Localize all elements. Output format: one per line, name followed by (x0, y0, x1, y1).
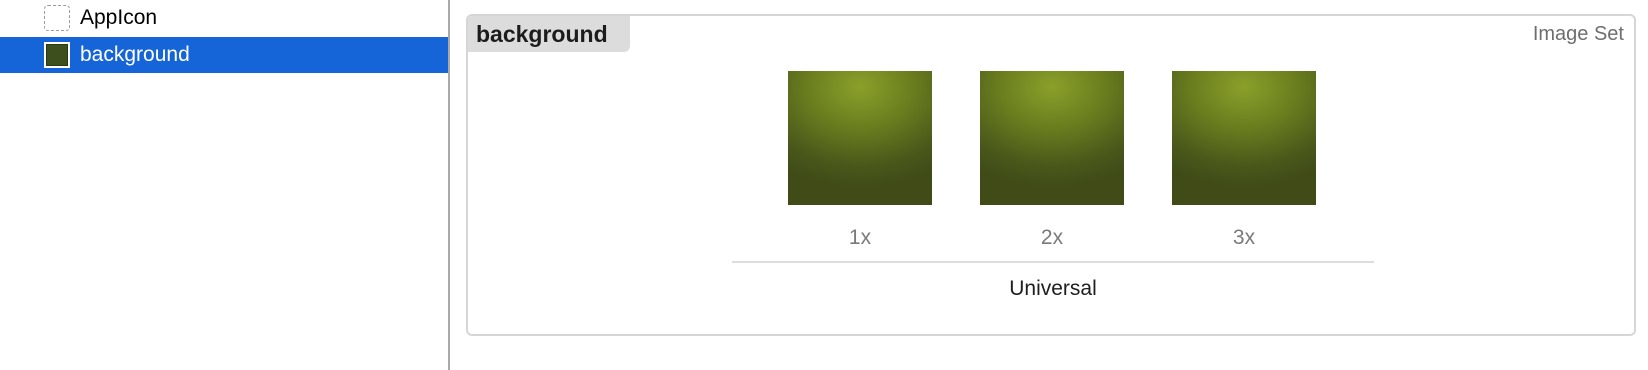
asset-type-label: Image Set (1532, 23, 1624, 45)
scale-label-3x: 3x (1232, 226, 1256, 249)
image-slot-3x[interactable] (1172, 71, 1316, 205)
image-slot-2x[interactable] (980, 71, 1124, 205)
asset-name-tab[interactable]: background (468, 16, 630, 52)
sidebar-item-label: background (80, 43, 190, 66)
idiom-label: Universal (1009, 277, 1097, 300)
split-view-divider[interactable] (448, 0, 450, 370)
sidebar-item-background[interactable]: background (0, 37, 448, 73)
image-set-editor: background Image Set 1x 2x 3x Universal (466, 14, 1636, 336)
sidebar-item-appicon[interactable]: AppIcon (0, 0, 448, 36)
app-icon-set-icon (44, 5, 70, 31)
sidebar-item-label: AppIcon (80, 6, 158, 29)
image-set-icon (44, 42, 70, 68)
idiom-divider (732, 261, 1374, 263)
scale-label-1x: 1x (848, 226, 872, 249)
asset-name: background (476, 21, 608, 47)
scale-label-2x: 2x (1040, 226, 1064, 249)
asset-list-sidebar: AppIcon background (0, 0, 448, 370)
asset-catalog-window: AppIcon background background Image Set … (0, 0, 1648, 370)
image-slot-1x[interactable] (788, 71, 932, 205)
